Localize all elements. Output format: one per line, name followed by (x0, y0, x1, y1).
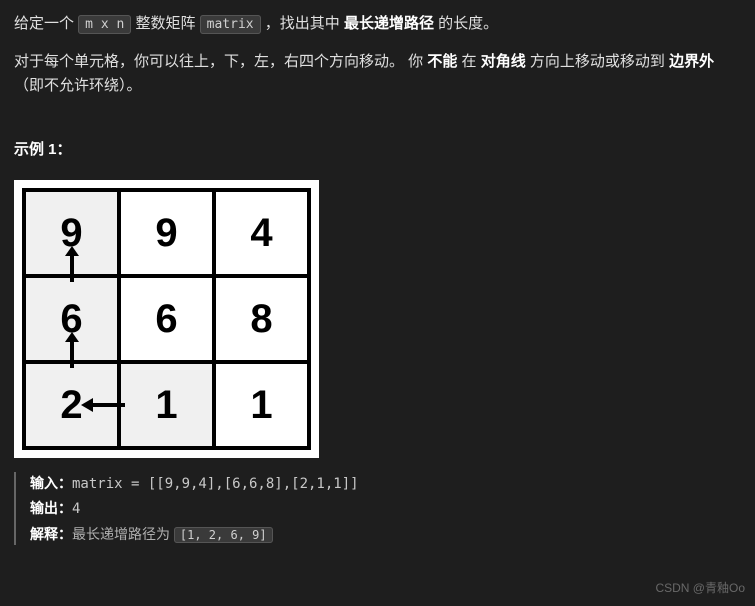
cell-value: 2 (60, 383, 82, 427)
cell-1-0: 6 (24, 276, 119, 362)
text: 给定一个 (14, 15, 78, 32)
cell-value: 8 (250, 297, 272, 341)
table-row: 2 1 1 (24, 362, 309, 448)
cell-0-2: 4 (214, 190, 309, 276)
cell-value: 1 (155, 383, 177, 427)
example-io-block: 输入：matrix = [[9,9,4],[6,6,8],[2,1,1]] 输出… (14, 472, 741, 545)
table-row: 6 6 8 (24, 276, 309, 362)
matrix-table: 9 9 4 6 6 8 2 (22, 188, 311, 450)
inline-code-dims: m x n (78, 15, 131, 34)
explain-code: [1, 2, 6, 9] (174, 527, 273, 543)
cell-2-0: 2 (24, 362, 119, 448)
inline-code-matrix: matrix (200, 15, 261, 34)
text: 在 (462, 53, 481, 70)
cell-1-1: 6 (119, 276, 214, 362)
cell-0-1: 9 (119, 190, 214, 276)
cell-value: 9 (60, 211, 82, 255)
matrix-figure: 9 9 4 6 6 8 2 (14, 180, 319, 458)
problem-constraints: 对于每个单元格，你可以往上，下，左，右四个方向移动。 你 不能 在 对角线 方向… (14, 50, 741, 98)
bold-longest-path: 最长递增路径 (344, 15, 434, 32)
cell-value: 1 (250, 383, 272, 427)
text: 方向上移动或移动到 (530, 53, 669, 70)
bold-diagonal: 对角线 (481, 53, 526, 70)
bold-boundary: 边界外 (669, 53, 714, 70)
text: 对于每个单元格，你可以往上，下，左，右四个方向移动。 你 (14, 53, 427, 70)
cell-value: 9 (155, 211, 177, 255)
text: （即不允许环绕）。 (14, 77, 142, 94)
cell-0-0: 9 (24, 190, 119, 276)
input-line: 输入：matrix = [[9,9,4],[6,6,8],[2,1,1]] (30, 472, 741, 495)
example-heading: 示例 1： (14, 138, 741, 162)
text: ，找出其中 (265, 15, 344, 32)
text: 的长度。 (438, 15, 498, 32)
input-label: 输入： (30, 475, 72, 491)
cell-value: 6 (155, 297, 177, 341)
output-value: 4 (72, 501, 80, 517)
explain-label: 解释： (30, 526, 72, 542)
text: 整数矩阵 (135, 15, 199, 32)
input-value: matrix = [[9,9,4],[6,6,8],[2,1,1]] (72, 476, 359, 492)
explain-text: 最长递增路径为 (72, 526, 174, 542)
watermark: CSDN @青釉Oo (655, 579, 745, 598)
problem-intro: 给定一个 m x n 整数矩阵 matrix ，找出其中 最长递增路径 的长度。 (14, 12, 741, 36)
cell-value: 4 (250, 211, 272, 255)
cell-1-2: 8 (214, 276, 309, 362)
cell-2-1: 1 (119, 362, 214, 448)
table-row: 9 9 4 (24, 190, 309, 276)
output-line: 输出：4 (30, 497, 741, 520)
output-label: 输出： (30, 500, 72, 516)
bold-cannot: 不能 (427, 53, 457, 70)
explain-line: 解释：最长递增路径为 [1, 2, 6, 9] (30, 523, 741, 545)
cell-value: 6 (60, 297, 82, 341)
cell-2-2: 1 (214, 362, 309, 448)
